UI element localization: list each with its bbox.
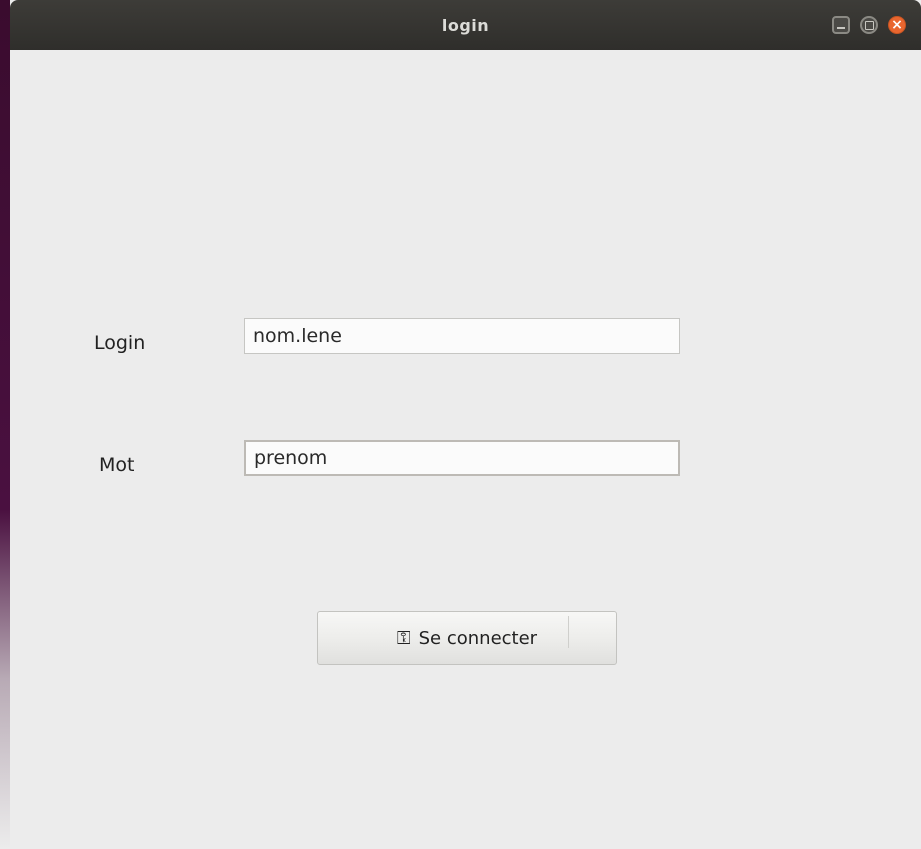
maximize-icon[interactable] — [860, 16, 878, 34]
window-titlebar[interactable]: login — [10, 0, 921, 50]
login-input[interactable] — [244, 318, 680, 354]
password-label: Mot — [99, 454, 135, 476]
minimize-icon[interactable] — [832, 16, 850, 34]
key-icon: ⚿ — [396, 627, 411, 649]
login-form: Login Mot ⚿ Se connecter — [10, 50, 921, 849]
connect-button[interactable]: ⚿ Se connecter — [317, 611, 617, 665]
login-window: login Login Mot ⚿ Se connecter — [10, 0, 921, 849]
window-title: login — [441, 16, 490, 35]
password-input[interactable] — [244, 440, 680, 476]
desktop: login Login Mot ⚿ Se connecter — [0, 0, 921, 849]
login-label: Login — [94, 332, 146, 354]
connect-button-label: Se connecter — [418, 627, 538, 649]
button-separator — [568, 616, 569, 648]
close-icon[interactable] — [888, 16, 906, 34]
